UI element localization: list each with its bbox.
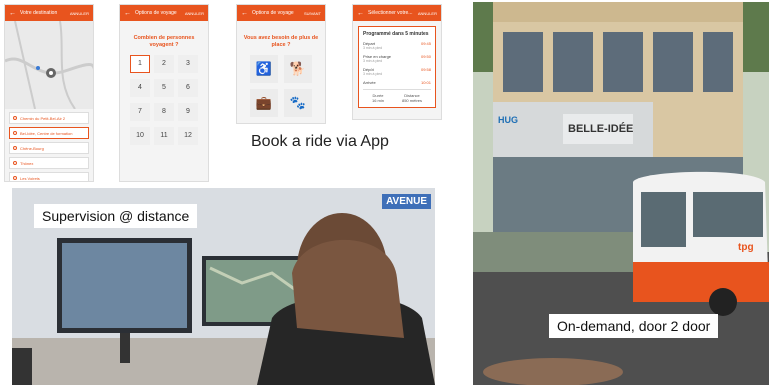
phone-destination: ← Votre destination ANNULER Chemin du Pe… [4, 4, 94, 182]
cancel-button[interactable]: ANNULER [70, 11, 89, 16]
list-label: Thônex [20, 160, 34, 166]
back-arrow-icon[interactable]: ← [357, 10, 364, 17]
schedule-title: Programmé dans 5 minutes [363, 31, 429, 37]
shuttle-photo: On-demand, door 2 door HUG BELLE-IDÉE tp… [473, 2, 769, 385]
schedule-stop: Départ 3 min à pied 09:45 [363, 41, 431, 50]
needs-grid: ♿ 🐕 💼 🐾 [237, 54, 325, 117]
passenger-option[interactable]: 8 [154, 102, 174, 121]
building-sign: BELLE-IDÉE [568, 123, 634, 135]
supervision-caption: Supervision @ distance [34, 204, 198, 228]
passenger-question: Combien de personnes voyagent ? [133, 35, 195, 48]
list-label: Chemin du Petit-Bel-Air 2 [20, 115, 66, 121]
needs-question: Vous avez besoin de plus de place ? [243, 35, 319, 48]
stop-sub: 3 min à pied [363, 46, 383, 50]
duration-stat: Durée 16 min [371, 93, 384, 103]
phone-schedule: ← Sélectionner votre... ANNULER Programm… [352, 4, 442, 120]
cancel-button[interactable]: ANNULER [418, 11, 437, 16]
stop-time: 09:58 [420, 67, 431, 72]
hug-logo: HUG [498, 115, 518, 125]
luggage-icon[interactable]: 💼 [250, 88, 278, 117]
on-demand-caption: On-demand, door 2 door [549, 314, 719, 338]
app-bar: ← Options de voyage ANNULER [120, 5, 208, 21]
dog-icon[interactable]: 🐕 [284, 54, 312, 83]
stop-time: 09:50 [420, 54, 431, 59]
map-view[interactable] [5, 21, 93, 109]
wheelchair-icon[interactable]: ♿ [250, 54, 278, 83]
screen-title: Sélectionner votre... [368, 10, 413, 16]
list-item[interactable]: Chemin du Petit-Bel-Air 2 [9, 112, 89, 124]
back-arrow-icon[interactable]: ← [124, 10, 131, 17]
list-item[interactable]: Thônex [9, 157, 89, 169]
list-item[interactable]: Les Voirets [9, 172, 89, 181]
stop-time: 10:01 [420, 80, 431, 85]
trip-stats: Durée 16 min Distance 850 mètres [363, 89, 431, 103]
passenger-option[interactable]: 5 [154, 78, 174, 97]
book-caption: Book a ride via App [251, 133, 389, 150]
passenger-option[interactable]: 10 [130, 126, 150, 145]
pin-icon [13, 131, 17, 135]
screen-title: Options de voyage [252, 10, 294, 16]
pin-icon [13, 176, 17, 180]
phone-needs: ← Options de voyage SUIVANT Vous avez be… [236, 4, 326, 124]
paw-icon[interactable]: 🐾 [284, 88, 312, 117]
tpg-logo: tpg [738, 242, 754, 253]
passenger-option[interactable]: 4 [130, 78, 150, 97]
distance-stat: Distance 850 mètres [401, 93, 422, 103]
passenger-option[interactable]: 1 [130, 54, 150, 73]
cancel-button[interactable]: ANNULER [185, 11, 204, 16]
list-item-selected[interactable]: Bel-Idée, Centre de formation [9, 127, 89, 139]
schedule-card[interactable]: Programmé dans 5 minutes Départ 3 min à p… [358, 26, 436, 108]
passenger-option[interactable]: 9 [178, 102, 198, 121]
app-bar: ← Votre destination ANNULER [5, 5, 93, 21]
app-bar: ← Sélectionner votre... ANNULER [353, 5, 441, 21]
schedule-stop: Prise en charge 3 min à pied 09:50 [363, 54, 431, 63]
next-button[interactable]: SUIVANT [304, 11, 321, 16]
passenger-option[interactable]: 12 [178, 126, 198, 145]
stop-sub: 3 min à pied [363, 72, 383, 76]
pin-icon [13, 116, 17, 120]
list-label: Bel-Idée, Centre de formation [20, 130, 73, 136]
stop-sub: 3 min à pied [363, 59, 383, 63]
supervision-photo: Supervision @ distance AVENUE [12, 188, 435, 385]
back-arrow-icon[interactable]: ← [9, 10, 16, 17]
list-label: Chêne-Bourg [20, 145, 44, 151]
back-arrow-icon[interactable]: ← [241, 10, 248, 17]
list-label: Les Voirets [20, 175, 40, 181]
stop-time: 09:45 [420, 41, 431, 46]
map-roads [5, 21, 93, 109]
screen-title: Votre destination [20, 10, 58, 16]
passenger-option[interactable]: 7 [130, 102, 150, 121]
pin-icon [13, 146, 17, 150]
pin-icon [13, 161, 17, 165]
avenue-logo: AVENUE [382, 194, 431, 209]
passenger-option[interactable]: 11 [154, 126, 174, 145]
schedule-stop: Dépôt 3 min à pied 09:58 [363, 67, 431, 76]
screen-title: Options de voyage [135, 10, 177, 16]
stop-name: Arrivée [363, 80, 376, 85]
list-item[interactable]: Chêne-Bourg [9, 142, 89, 154]
passenger-option[interactable]: 3 [178, 54, 198, 73]
schedule-stop: Arrivée 10:01 [363, 80, 431, 85]
app-bar: ← Options de voyage SUIVANT [237, 5, 325, 21]
phone-passengers: ← Options de voyage ANNULER Combien de p… [119, 4, 209, 182]
passenger-option[interactable]: 2 [154, 54, 174, 73]
passenger-option[interactable]: 6 [178, 78, 198, 97]
passenger-grid: 1 2 3 4 5 6 7 8 9 10 11 12 [120, 54, 208, 145]
